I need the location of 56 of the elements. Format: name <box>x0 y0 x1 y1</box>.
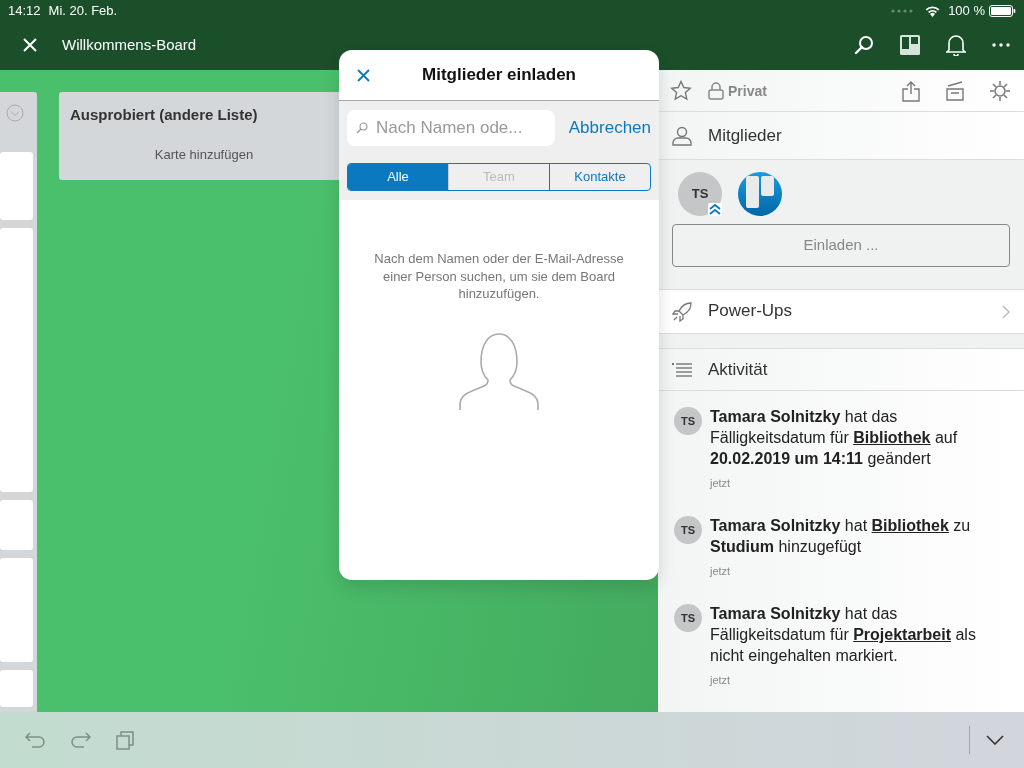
notifications-button[interactable] <box>946 34 966 56</box>
segment-tab[interactable]: Kontakte <box>549 164 650 190</box>
redo-button[interactable] <box>70 731 92 749</box>
status-time: 14:12 <box>8 2 41 21</box>
chevron-circle-icon <box>6 104 24 122</box>
battery-icon <box>989 5 1016 17</box>
rocket-icon <box>672 301 692 322</box>
chevron-right-icon <box>1002 304 1010 319</box>
activity-time: jetzt <box>710 673 732 689</box>
user-avatar: TS <box>674 604 702 632</box>
invite-button[interactable]: Einladen ... <box>672 224 1010 267</box>
hint-text: Nach dem Namen oder der E-Mail-Adresse einer Person suchen, um sie dem Board hinzuzufügen. <box>373 250 625 303</box>
search-icon <box>356 122 368 134</box>
dialog-title: Mitglieder einladen <box>422 64 576 87</box>
person-silhouette-icon <box>459 332 539 411</box>
close-button[interactable] <box>357 69 370 82</box>
board-logo-avatar[interactable] <box>738 172 782 216</box>
collapse-button[interactable] <box>986 735 1004 745</box>
star-button[interactable] <box>670 80 692 101</box>
activity-time: jetzt <box>710 476 732 492</box>
activity-text: Tamara Solnitzky hat das Fälligkeitsdatum für Bibliothek auf 20.02.2019 um 14:11 geändert <box>710 407 959 469</box>
share-button[interactable] <box>902 79 920 102</box>
activity-time: jetzt <box>710 564 732 580</box>
close-icon <box>357 69 370 82</box>
section-heading: Mitglieder <box>708 124 782 147</box>
board-view-button[interactable] <box>900 35 920 55</box>
user-avatar: TS <box>674 407 702 435</box>
archive-button[interactable] <box>946 80 964 101</box>
search-field[interactable]: Nach Namen ode... <box>347 110 555 146</box>
search-button[interactable] <box>854 35 874 55</box>
section-heading: Aktivität <box>708 358 768 381</box>
member-avatar[interactable]: TS <box>678 172 722 216</box>
signal-icon <box>891 9 914 13</box>
visibility-button[interactable]: Privat <box>708 81 767 100</box>
avatar-initials: TS <box>691 185 709 204</box>
status-date: Mi. 20. Feb. <box>48 2 118 21</box>
activity-text: Tamara Solnitzky hat das Fälligkeitsdatum für Projektarbeit als nicht eingehalten markiert. <box>710 604 977 666</box>
undo-button[interactable] <box>24 731 46 749</box>
battery-level: 100 % <box>948 2 985 21</box>
card-link[interactable]: Projektarbeit <box>853 625 951 643</box>
segment-tab[interactable]: Alle <box>348 164 448 190</box>
more-button[interactable] <box>992 43 1010 47</box>
activity-text: Tamara Solnitzky hat Bibliothek zu Studium hinzugefügt <box>710 515 972 557</box>
copy-button[interactable] <box>116 730 136 750</box>
list-title: Ausprobiert (andere Liste) <box>70 105 259 125</box>
list-icon <box>672 362 692 377</box>
lock-icon <box>708 81 724 100</box>
board-title: Willkommens-Board <box>62 34 197 55</box>
person-icon <box>672 125 692 146</box>
card-link[interactable]: Bibliothek <box>871 516 949 534</box>
cancel-button[interactable]: Abbrechen <box>568 115 651 141</box>
user-avatar: TS <box>674 515 702 544</box>
card-link[interactable]: Bibliothek <box>853 428 931 446</box>
settings-button[interactable] <box>990 80 1010 101</box>
add-card-button[interactable]: Karte hinzufügen <box>154 146 254 162</box>
wifi-icon <box>925 5 941 17</box>
